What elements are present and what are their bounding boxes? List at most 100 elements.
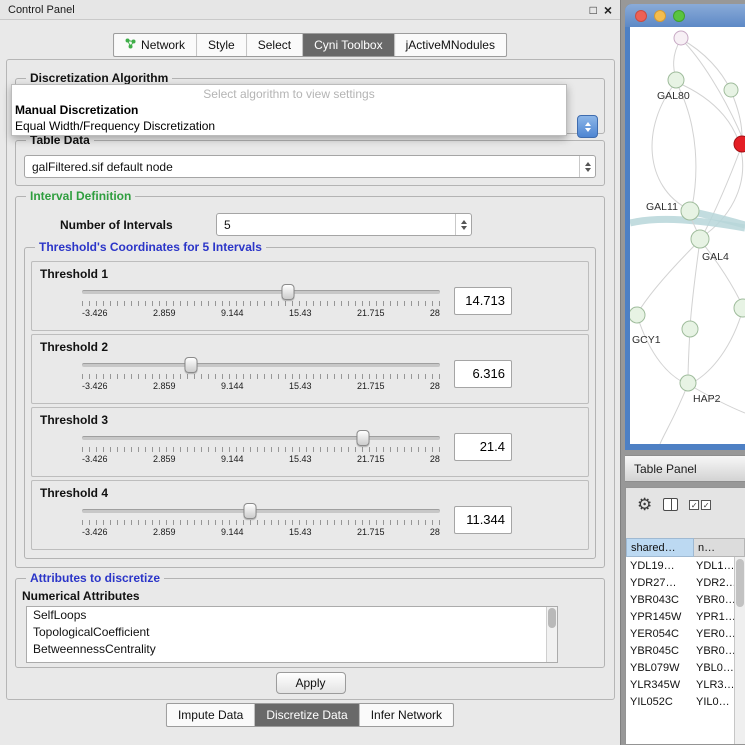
slider-ticks [82,301,440,306]
scale-label: -3.426 [82,527,108,537]
scale-label: -3.426 [82,454,108,464]
threshold-1-slider[interactable]: -3.426 2.859 9.144 15.43 21.715 28 [82,283,440,318]
table-data-combo[interactable]: galFiltered.sif default node [24,155,596,178]
network-node[interactable] [674,31,688,45]
threshold-3-label: Threshold 3 [40,413,580,427]
node-label: GAL4 [702,251,729,263]
tab-cyni-toolbox[interactable]: Cyni Toolbox [303,34,394,56]
slider-track[interactable] [82,509,440,513]
tab-jactivemnodules-label: jActiveMNodules [406,38,495,52]
apply-button[interactable]: Apply [275,672,345,694]
table-row[interactable]: YER054CYER0… [626,625,734,642]
number-of-intervals-combo[interactable]: 5 [216,213,472,236]
combo-stepper-icon [579,156,595,177]
column-header-shared-name[interactable]: shared… [626,538,694,557]
tab-select[interactable]: Select [247,34,303,56]
control-panel-titlebar: Control Panel □ × [0,0,620,20]
table-body: YDL19…YDL1… YDR27…YDR2… YBR043CYBR0… YPR… [626,557,734,744]
tab-infer-network-label: Infer Network [371,708,442,722]
threshold-3-value[interactable]: 21.4 [454,433,512,461]
algorithm-dropdown-popup: Select algorithm to view settings Manual… [11,84,567,136]
network-node[interactable] [681,202,699,220]
float-window-button[interactable]: □ [590,4,597,16]
node-label: GAL11 [646,201,678,213]
network-node[interactable] [668,72,684,88]
slider-track[interactable] [82,290,440,294]
table-row[interactable]: YIL052CYIL0… [626,693,734,710]
list-item[interactable]: SelfLoops [27,607,557,624]
attributes-list-scrollbar[interactable] [546,607,557,662]
table-panel-header: Table Panel [625,455,745,482]
network-node[interactable] [680,375,696,391]
threshold-2-label: Threshold 2 [40,340,580,354]
algorithm-combo-stepper[interactable] [577,115,598,138]
threshold-3-slider[interactable]: -3.426 2.859 9.144 15.43 21.715 28 [82,429,440,464]
network-node[interactable] [682,321,698,337]
table-row[interactable]: YDL19…YDL1… [626,557,734,574]
network-node[interactable] [724,83,738,97]
network-graph: GAL80 GAL11 GAL4 GCY1 HAP2 [630,27,745,444]
attributes-group-title: Attributes to discretize [26,571,164,585]
number-of-intervals-value: 5 [217,218,455,232]
tab-impute-data[interactable]: Impute Data [167,704,255,726]
threshold-1-value[interactable]: 14.713 [454,287,512,315]
gear-icon[interactable]: ⚙ [637,496,652,513]
stepper-down-icon [585,128,591,132]
scale-label: 9.144 [221,381,244,391]
slider-track[interactable] [82,363,440,367]
network-view-window: GAL80 GAL11 GAL4 GCY1 HAP2 [625,4,745,450]
scale-label: 28 [430,527,440,537]
tab-style[interactable]: Style [197,34,247,56]
slider-thumb[interactable] [244,503,257,519]
table-row[interactable]: YBR043CYBR0… [626,591,734,608]
slider-thumb[interactable] [185,357,198,373]
network-canvas[interactable]: GAL80 GAL11 GAL4 GCY1 HAP2 [630,27,745,444]
list-item[interactable]: TopologicalCoefficient [27,624,557,641]
scale-label: 9.144 [221,454,244,464]
select-columns-icon[interactable]: ✓ ✓ [689,500,711,510]
scale-label: 2.859 [153,308,176,318]
close-traffic-light[interactable] [635,10,647,22]
tab-discretize-data[interactable]: Discretize Data [255,704,359,726]
network-node-selected[interactable] [734,136,745,152]
network-node[interactable] [691,230,709,248]
table-row[interactable]: YBL079WYBL0… [626,659,734,676]
slider-thumb[interactable] [357,430,370,446]
zoom-traffic-light[interactable] [673,10,685,22]
slider-track[interactable] [82,436,440,440]
cell-shared-name: YBR043C [626,594,694,606]
tab-infer-network[interactable]: Infer Network [360,704,453,726]
scale-label: 21.715 [357,454,385,464]
table-row[interactable]: YDR27…YDR2… [626,574,734,591]
close-window-button[interactable]: × [604,3,612,17]
checkbox-icon: ✓ [701,500,711,510]
network-node[interactable] [734,299,745,317]
stepper-down-icon [461,226,467,230]
threshold-4-slider[interactable]: -3.426 2.859 9.144 15.43 21.715 28 [82,502,440,537]
algorithm-option-equal-width[interactable]: Equal Width/Frequency Discretization [12,118,566,134]
threshold-4-value[interactable]: 11.344 [454,506,512,534]
columns-icon[interactable] [663,498,678,511]
tab-jactivemnodules[interactable]: jActiveMNodules [395,34,506,56]
scrollbar-thumb[interactable] [548,608,556,628]
slider-scale: -3.426 2.859 9.144 15.43 21.715 28 [82,308,440,318]
stepper-up-icon [585,162,591,166]
threshold-2-slider[interactable]: -3.426 2.859 9.144 15.43 21.715 28 [82,356,440,391]
scale-label: 2.859 [153,454,176,464]
scale-label: 2.859 [153,527,176,537]
table-row[interactable]: YBR045CYBR0… [626,642,734,659]
table-toolbar-spacer [626,521,745,538]
network-node[interactable] [630,307,645,323]
slider-thumb[interactable] [281,284,294,300]
threshold-2-value[interactable]: 6.316 [454,360,512,388]
tab-network[interactable]: Network [114,34,197,56]
table-row[interactable]: YPR145WYPR1… [626,608,734,625]
column-header-name[interactable]: n… [694,538,745,557]
table-scrollbar[interactable] [734,557,745,744]
table-row[interactable]: YLR345WYLR3… [626,676,734,693]
algorithm-option-manual[interactable]: Manual Discretization [12,102,566,118]
attributes-group: Attributes to discretize Numerical Attri… [15,578,605,668]
scrollbar-thumb[interactable] [736,559,744,607]
list-item[interactable]: BetweennessCentrality [27,641,557,658]
minimize-traffic-light[interactable] [654,10,666,22]
